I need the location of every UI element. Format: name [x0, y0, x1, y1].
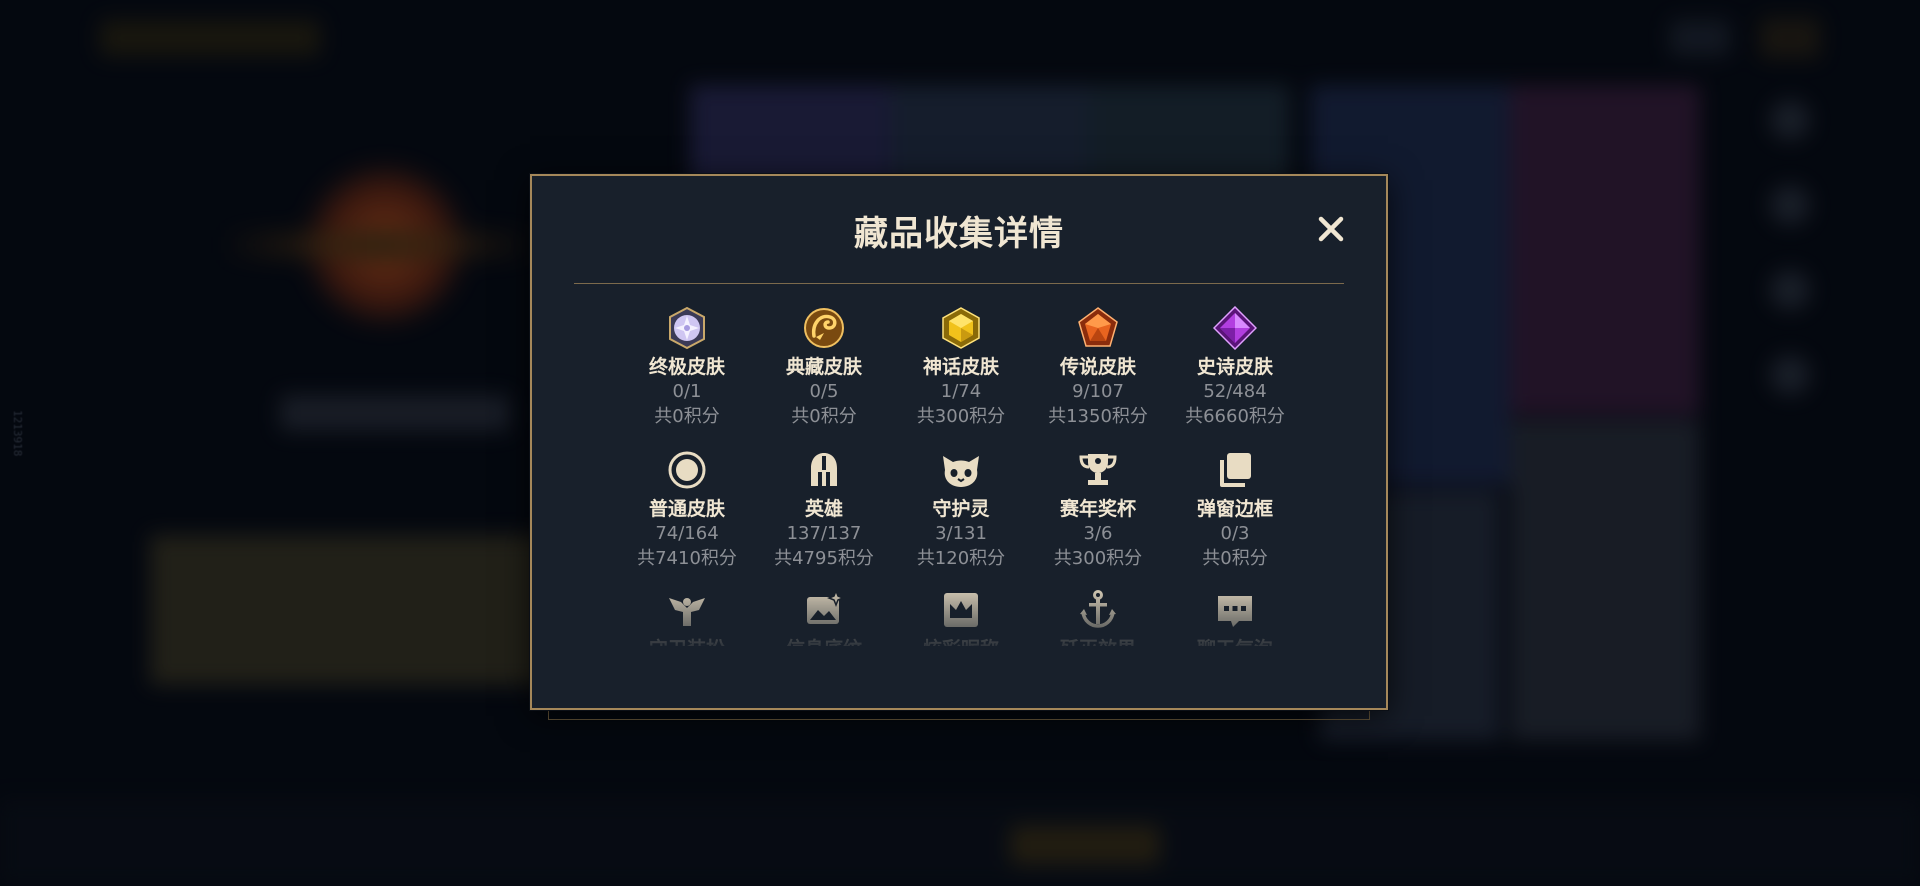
collection-item-chat-bubbles[interactable]: 聊天气泡: [1170, 588, 1300, 646]
item-count: 0/5: [809, 381, 839, 402]
item-points: 共300积分: [1053, 548, 1143, 569]
collection-item-epic-skins[interactable]: 史诗皮肤 52/484 共6660积分: [1170, 306, 1300, 429]
item-name: 典藏皮肤: [785, 356, 862, 378]
modal-title: 藏品收集详情: [854, 214, 1064, 254]
item-name: 传说皮肤: [1059, 356, 1136, 378]
modal-underlip: [548, 710, 1370, 720]
item-points: 共7410积分: [637, 548, 737, 569]
close-button[interactable]: [1314, 212, 1348, 246]
collection-item-prestige-skins[interactable]: 典藏皮肤 0/5 共0积分: [759, 306, 889, 429]
collection-item-season-trophies[interactable]: 赛年奖杯 3/6 共300积分: [1033, 448, 1163, 571]
item-count: 1/74: [940, 381, 982, 402]
item-points: 共0积分: [791, 406, 857, 427]
trophy-icon: [1076, 448, 1120, 492]
item-count: 9/107: [1072, 381, 1124, 402]
collection-details-modal: 藏品收集详情 终极皮肤 0/1 共0积分 典藏皮肤 0/5 共0积分 神话皮肤 …: [530, 174, 1388, 710]
anchor-icon: [1076, 588, 1120, 632]
item-points: 共0积分: [654, 406, 720, 427]
collection-item-mythic-skins[interactable]: 神话皮肤 1/74 共300积分: [896, 306, 1026, 429]
item-count: 0/1: [672, 381, 702, 402]
collection-item-legendary-skins[interactable]: 传说皮肤 9/107 共1350积分: [1033, 306, 1163, 429]
crown-badge-icon: [939, 588, 983, 632]
mythic-gem-icon: [939, 306, 983, 350]
item-name: 赛年奖杯: [1059, 498, 1136, 520]
collection-item-normal-skins[interactable]: 普通皮肤 74/164 共7410积分: [622, 448, 752, 571]
item-name: 聊天气泡: [1170, 637, 1300, 646]
item-name: 终极皮肤: [648, 356, 725, 378]
cat-face-icon: [939, 448, 983, 492]
collection-item-ward-skins[interactable]: 守卫装扮: [622, 588, 752, 646]
item-count: 3/131: [935, 523, 987, 544]
ring-icon: [665, 448, 709, 492]
epic-gem-icon: [1213, 306, 1257, 350]
item-name: 守护灵: [932, 498, 990, 520]
item-name: 普通皮肤: [648, 498, 725, 520]
item-points: 共4795积分: [774, 548, 874, 569]
collection-item-champions[interactable]: 英雄 137/137 共4795积分: [759, 448, 889, 571]
item-count: 137/137: [786, 523, 862, 544]
item-count: 3/6: [1083, 523, 1113, 544]
collection-item-popup-frames[interactable]: 弹窗边框 0/3 共0积分: [1170, 448, 1300, 571]
close-icon: [1318, 216, 1344, 242]
item-name: 炫彩昵称: [896, 637, 1026, 646]
dragon-emblem-icon: [802, 306, 846, 350]
collection-item-colored-nicknames[interactable]: 炫彩昵称: [896, 588, 1026, 646]
item-count: 52/484: [1203, 381, 1267, 402]
item-name: 史诗皮肤: [1196, 356, 1273, 378]
item-points: 共6660积分: [1185, 406, 1285, 427]
helmet-icon: [802, 448, 846, 492]
item-name: 弹窗边框: [1196, 498, 1273, 520]
collection-item-finisher-effects[interactable]: 歼灭效果: [1033, 588, 1163, 646]
item-points: 共1350积分: [1048, 406, 1148, 427]
item-count: 0/3: [1220, 523, 1250, 544]
chat-bubble-icon: [1213, 588, 1257, 632]
image-sparkle-icon: [802, 588, 846, 632]
collection-item-profile-banners[interactable]: 信息底纹: [759, 588, 889, 646]
item-count: 74/164: [655, 523, 719, 544]
item-points: 共120积分: [916, 548, 1006, 569]
item-name: 歼灭效果: [1033, 637, 1163, 646]
collection-item-little-legends[interactable]: 守护灵 3/131 共120积分: [896, 448, 1026, 571]
item-points: 共0积分: [1202, 548, 1268, 569]
item-points: 共300积分: [916, 406, 1006, 427]
collection-item-ultimate-skins[interactable]: 终极皮肤 0/1 共0积分: [622, 306, 752, 429]
item-name: 守卫装扮: [622, 637, 752, 646]
title-divider: [574, 283, 1344, 284]
item-name: 神话皮肤: [922, 356, 999, 378]
item-name: 信息底纹: [759, 637, 889, 646]
stacked-frames-icon: [1213, 448, 1257, 492]
ultimate-gem-icon: [665, 306, 709, 350]
item-name: 英雄: [804, 498, 843, 520]
collection-grid: 终极皮肤 0/1 共0积分 典藏皮肤 0/5 共0积分 神话皮肤 1/74 共3…: [532, 306, 1386, 646]
legendary-gem-icon: [1076, 306, 1120, 350]
ward-icon: [665, 588, 709, 632]
